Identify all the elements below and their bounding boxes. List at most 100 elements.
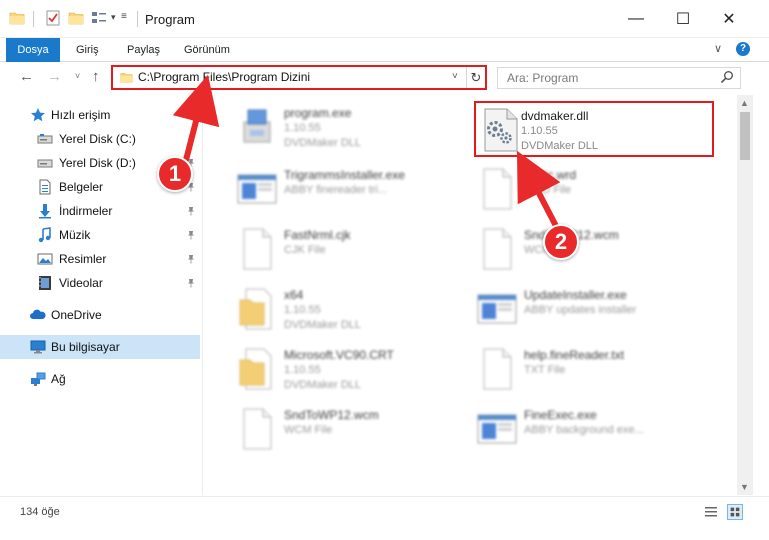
- app-window-icon: [234, 166, 280, 212]
- file-name: help.fineReader.txt: [524, 348, 625, 362]
- file-name: FastNrml.cjk: [284, 228, 351, 242]
- customize-dropdown-icon[interactable]: ▾: [111, 12, 116, 23]
- list-item[interactable]: x64 1.10.55 DVDMaker DLL: [214, 282, 454, 338]
- file-name: program.exe: [284, 106, 352, 120]
- address-bar[interactable]: C:\Program Files\Program Dizini ˅ ↻: [111, 65, 487, 90]
- item-count: 134 öğe: [20, 506, 60, 518]
- file-name: Basic.wrd: [524, 168, 577, 182]
- up-arrow-icon[interactable]: ↑: [92, 68, 100, 85]
- address-path[interactable]: C:\Program Files\Program Dizini: [138, 70, 310, 84]
- chevron-down-icon[interactable]: ∨: [714, 42, 722, 55]
- ribbon: Dosya Giriş Paylaş Görünüm ∨ ?: [0, 38, 769, 62]
- list-item[interactable]: help.fineReader.txt TXT File: [454, 342, 694, 398]
- navigation-bar: ← → ˅ ↑ C:\Program Files\Program Dizini …: [0, 62, 769, 94]
- back-arrow-icon[interactable]: ←: [19, 68, 34, 85]
- tab-view[interactable]: Görünüm: [174, 38, 240, 62]
- star-icon: [31, 108, 45, 122]
- scrollbar-thumb[interactable]: [740, 112, 750, 160]
- recent-locations-icon[interactable]: ˅: [75, 71, 80, 81]
- list-item[interactable]: UpdateInstaller.exe ABBY updates install…: [454, 282, 694, 338]
- sidebar-item-onedrive[interactable]: OneDrive: [0, 303, 200, 327]
- search-input[interactable]: Ara: Program: [497, 67, 741, 89]
- file-detail: DVDMaker DLL: [284, 137, 362, 149]
- list-item[interactable]: Microsoft.VC90.CRT 1.10.55 DVDMaker DLL: [214, 342, 454, 398]
- status-bar: 134 öğe: [0, 496, 769, 540]
- folder-icon[interactable]: [9, 10, 25, 26]
- list-item[interactable]: Basic.wrd WRD File: [454, 162, 694, 218]
- sidebar-item-label: Belgeler: [59, 180, 104, 194]
- sidebar-item-videos[interactable]: Videolar: [0, 271, 200, 295]
- pin-icon[interactable]: [186, 134, 196, 144]
- properties-icon[interactable]: [45, 10, 61, 26]
- step-badge-2: 2: [543, 224, 579, 260]
- new-folder-icon[interactable]: [68, 10, 84, 26]
- title-bar: ▾ ≡ Program — ☐ ✕: [0, 0, 769, 38]
- file-detail: DVDMaker DLL: [284, 379, 362, 391]
- list-item[interactable]: FastNrml.cjk CJK File: [214, 222, 454, 278]
- list-item[interactable]: TrigrammsInstaller.exe ABBY finereader t…: [214, 162, 454, 218]
- drive-icon: [37, 134, 53, 144]
- forward-arrow-icon[interactable]: →: [47, 68, 62, 85]
- sidebar-item-label: OneDrive: [51, 308, 102, 322]
- app-window-icon: [474, 406, 520, 452]
- tab-share[interactable]: Paylaş: [117, 38, 170, 62]
- view-icon[interactable]: [91, 10, 107, 26]
- sidebar-item-network[interactable]: Ağ: [0, 367, 200, 391]
- maximize-button[interactable]: ☐: [660, 0, 706, 38]
- sidebar-item-label: İndirmeler: [59, 204, 113, 218]
- file-detail: TXT File: [524, 364, 566, 376]
- computer-icon: [30, 340, 46, 354]
- sidebar-item-downloads[interactable]: İndirmeler: [0, 199, 200, 223]
- list-item-dvdmaker-dll[interactable]: dvdmaker.dll 1.10.55 DVDMaker DLL: [474, 101, 714, 157]
- download-icon: [39, 204, 51, 219]
- tab-file[interactable]: Dosya: [6, 38, 60, 62]
- list-item[interactable]: FineExec.exe ABBY background exe...: [454, 402, 694, 458]
- pin-icon[interactable]: [186, 278, 196, 288]
- file-name: SndToWP12.wcm: [284, 408, 379, 422]
- sidebar-item-quick-access[interactable]: Hızlı erişim: [0, 103, 200, 127]
- file-detail: ABBY updates installer: [524, 304, 637, 316]
- refresh-icon[interactable]: ↻: [466, 67, 485, 88]
- scroll-down-icon[interactable]: ▼: [740, 482, 749, 492]
- help-icon[interactable]: ?: [736, 42, 750, 56]
- close-button[interactable]: ✕: [706, 0, 752, 38]
- file-name: Microsoft.VC90.CRT: [284, 348, 394, 362]
- dll-gear-icon: [478, 107, 524, 153]
- tiles-view-icon[interactable]: [727, 504, 743, 520]
- sidebar-item-label: Videolar: [59, 276, 103, 290]
- sidebar-item-pictures[interactable]: Resimler: [0, 247, 200, 271]
- drive-icon: [37, 159, 53, 168]
- sidebar-item-label: Yerel Disk (D:): [59, 156, 136, 170]
- toolbar-separator: [137, 11, 138, 27]
- scroll-up-icon[interactable]: ▲: [740, 98, 749, 108]
- music-icon: [38, 227, 51, 243]
- sidebar-item-local-disk-c[interactable]: Yerel Disk (C:): [0, 127, 200, 151]
- file-detail: DVDMaker DLL: [284, 319, 362, 331]
- file-detail: 1.10.55: [521, 125, 558, 137]
- window-title: Program: [145, 12, 195, 27]
- pin-icon[interactable]: [186, 206, 196, 216]
- details-view-icon[interactable]: [703, 504, 719, 520]
- file-detail: DVDMaker DLL: [521, 140, 599, 152]
- sidebar-item-this-pc[interactable]: Bu bilgisayar: [0, 335, 200, 359]
- search-icon[interactable]: [720, 70, 734, 84]
- file-detail: 1.10.55: [284, 304, 321, 316]
- documents-icon: [39, 179, 51, 195]
- step-badge-1: 1: [157, 156, 193, 192]
- chevron-down-icon[interactable]: ˅: [452, 71, 458, 82]
- toolbar-separator: [33, 11, 34, 27]
- customize-toolbar-icon[interactable]: ≡: [121, 11, 127, 22]
- folder-file-icon: [234, 286, 280, 332]
- pin-icon[interactable]: [186, 230, 196, 240]
- vertical-scrollbar[interactable]: ▲ ▼: [737, 95, 753, 495]
- tab-home[interactable]: Giriş: [66, 38, 109, 62]
- sidebar-item-label: Ağ: [51, 372, 66, 386]
- folder-file-icon: [234, 346, 280, 392]
- blank-file-icon: [474, 226, 520, 272]
- sidebar-item-music[interactable]: Müzik: [0, 223, 200, 247]
- list-item[interactable]: program.exe 1.10.55 DVDMaker DLL: [214, 100, 454, 156]
- pin-icon[interactable]: [186, 254, 196, 264]
- minimize-button[interactable]: —: [613, 0, 659, 38]
- list-item[interactable]: SndToWP12.wcm WCM File: [214, 402, 454, 458]
- folder-icon: [119, 71, 134, 84]
